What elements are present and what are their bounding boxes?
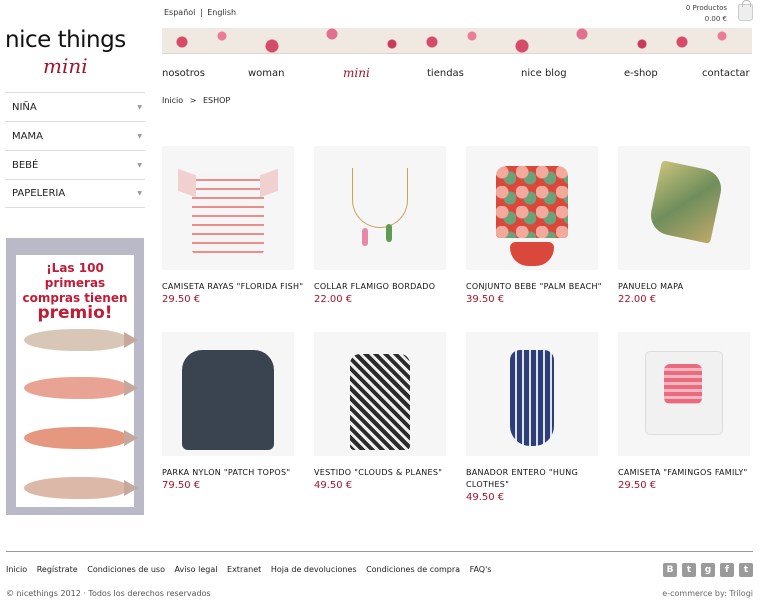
shopping-bag-icon[interactable] — [738, 0, 753, 21]
nav-nosotros[interactable]: nosotros — [162, 68, 205, 79]
breadcrumb-home[interactable]: Inicio — [162, 96, 183, 105]
footer-divider — [6, 551, 753, 552]
sidebar-item-label: PAPELERIA — [12, 188, 66, 199]
breadcrumb-current: ESHOP — [202, 96, 231, 105]
logo-mini-text: mini — [43, 54, 88, 78]
nav-e-shop[interactable]: e-shop — [624, 68, 658, 79]
product-card[interactable]: BANADOR ENTERO "HUNG CLOTHES" 49.50 € — [466, 332, 608, 503]
cart-count: 0 Productos — [685, 4, 727, 12]
product-image[interactable] — [618, 146, 750, 270]
product-card[interactable]: COLLAR FLAMIGO BORDADO 22.00 € — [314, 146, 456, 305]
sidebar-item-nina[interactable]: NIÑA ▼ — [5, 92, 145, 121]
social-links: B t g f t — [663, 563, 753, 577]
nav-tiendas[interactable]: tiendas — [427, 68, 464, 79]
breadcrumb-separator: > — [189, 96, 197, 105]
product-name[interactable]: VESTIDO "CLOUDS & PLANES" — [314, 467, 456, 479]
breadcrumb: Inicio > ESHOP — [162, 96, 230, 105]
product-card[interactable]: VESTIDO "CLOUDS & PLANES" 49.50 € — [314, 332, 456, 491]
product-image[interactable] — [466, 146, 598, 270]
nav-woman[interactable]: woman — [248, 68, 285, 79]
cart-total: 0.00 € — [704, 15, 727, 23]
product-price: 29.50 € — [618, 480, 657, 491]
chevron-down-icon: ▼ — [137, 103, 142, 111]
product-card[interactable]: CAMISETA "FAMINGOS FAMILY" 29.50 € — [618, 332, 760, 491]
product-name[interactable]: PARKA NYLON "PATCH TOPOS" — [162, 467, 304, 479]
promo-card: ¡Las 100 primeras compras tienen premio! — [16, 255, 138, 507]
product-name[interactable]: CAMISETA "FAMINGOS FAMILY" — [618, 467, 760, 479]
product-price: 79.50 € — [162, 480, 201, 491]
chevron-down-icon: ▼ — [137, 190, 142, 197]
credit-link[interactable]: e-commerce by: Trilogi — [662, 589, 753, 598]
fish-illustration — [24, 427, 138, 449]
sidebar-item-label: BEBÉ — [12, 159, 39, 171]
promo-banner[interactable]: ¡Las 100 primeras compras tienen premio! — [6, 238, 144, 515]
promo-headline: ¡Las 100 primeras compras tienen premio! — [16, 261, 134, 323]
nav-mini[interactable]: mini — [343, 66, 370, 80]
footer-link-registrate[interactable]: Regístrate — [37, 565, 78, 574]
lang-spanish[interactable]: Español — [164, 8, 195, 17]
google-plus-icon[interactable]: g — [701, 563, 715, 577]
chevron-down-icon: ▼ — [137, 161, 142, 169]
sidebar-item-mama[interactable]: MAMA ▼ — [5, 121, 145, 150]
facebook-icon[interactable]: f — [720, 563, 734, 577]
site-logo[interactable]: nice things mini — [5, 28, 145, 84]
tumblr-icon[interactable]: t — [682, 563, 696, 577]
nav-contactar[interactable]: contactar — [702, 68, 750, 79]
footer-link-devoluciones[interactable]: Hoja de devoluciones — [271, 565, 357, 574]
lang-english[interactable]: English — [207, 8, 236, 17]
product-image[interactable] — [314, 332, 446, 456]
nav-nice-blog[interactable]: nice blog — [521, 68, 567, 79]
product-card[interactable]: PANUELO MAPA 22.00 € — [618, 146, 760, 305]
footer-link-condiciones-uso[interactable]: Condiciones de uso — [87, 565, 165, 574]
cart-summary[interactable]: 0 Productos 0.00 € — [686, 3, 727, 25]
footer-link-inicio[interactable]: Inicio — [6, 565, 27, 574]
product-card[interactable]: CAMISETA RAYAS "FLORIDA FISH" 29.50 € — [162, 146, 304, 305]
fish-illustration — [24, 377, 138, 399]
lang-separator: | — [199, 8, 203, 17]
blogger-icon[interactable]: B — [663, 563, 677, 577]
product-image[interactable] — [618, 332, 750, 456]
logo-text: nice things — [5, 27, 126, 53]
product-card[interactable]: PARKA NYLON "PATCH TOPOS" 79.50 € — [162, 332, 304, 491]
product-price: 22.00 € — [618, 294, 657, 305]
product-image[interactable] — [466, 332, 598, 456]
header-banner — [162, 28, 752, 54]
footer-link-extranet[interactable]: Extranet — [227, 565, 261, 574]
footer-links: Inicio Regístrate Condiciones de uso Avi… — [6, 565, 498, 574]
fish-illustration — [24, 477, 138, 499]
sidebar-item-label: NIÑA — [12, 101, 37, 113]
product-name[interactable]: COLLAR FLAMIGO BORDADO — [314, 281, 456, 293]
product-name[interactable]: CONJUNTO BEBE "PALM BEACH" — [466, 281, 608, 293]
product-price: 22.00 € — [314, 294, 353, 305]
product-price: 49.50 € — [314, 480, 353, 491]
product-image[interactable] — [314, 146, 446, 270]
sidebar-item-papeleria[interactable]: PAPELERIA ▼ — [5, 179, 145, 208]
product-card[interactable]: CONJUNTO BEBE "PALM BEACH" 39.50 € — [466, 146, 608, 305]
main-nav: nosotros woman mini tiendas nice blog e-… — [162, 66, 752, 84]
product-price: 29.50 € — [162, 294, 201, 305]
product-price: 49.50 € — [466, 492, 505, 503]
product-image[interactable] — [162, 146, 294, 270]
copyright-text: © nicethings 2012 · Todos los derechos r… — [6, 589, 211, 598]
chevron-down-icon: ▼ — [137, 132, 142, 140]
twitter-icon[interactable]: t — [739, 563, 753, 577]
promo-line-3: premio! — [37, 303, 113, 323]
language-switcher: Español | English — [164, 8, 238, 17]
promo-line-1: ¡Las 100 primeras — [44, 261, 106, 290]
product-name[interactable]: BANADOR ENTERO "HUNG CLOTHES" — [466, 467, 608, 491]
footer-link-condiciones-compra[interactable]: Condiciones de compra — [366, 565, 460, 574]
footer-link-aviso-legal[interactable]: Aviso legal — [175, 565, 218, 574]
sidebar-item-label: MAMA — [12, 130, 43, 142]
product-image[interactable] — [162, 332, 294, 456]
product-name[interactable]: PANUELO MAPA — [618, 281, 760, 293]
sidebar-item-bebe[interactable]: BEBÉ ▼ — [5, 150, 145, 179]
footer-link-faqs[interactable]: FAQ's — [470, 565, 492, 574]
product-name[interactable]: CAMISETA RAYAS "FLORIDA FISH" — [162, 281, 304, 293]
fish-illustration — [24, 329, 138, 351]
product-price: 39.50 € — [466, 294, 505, 305]
category-sidebar: NIÑA ▼ MAMA ▼ BEBÉ ▼ PAPELERIA ▼ — [5, 92, 145, 208]
